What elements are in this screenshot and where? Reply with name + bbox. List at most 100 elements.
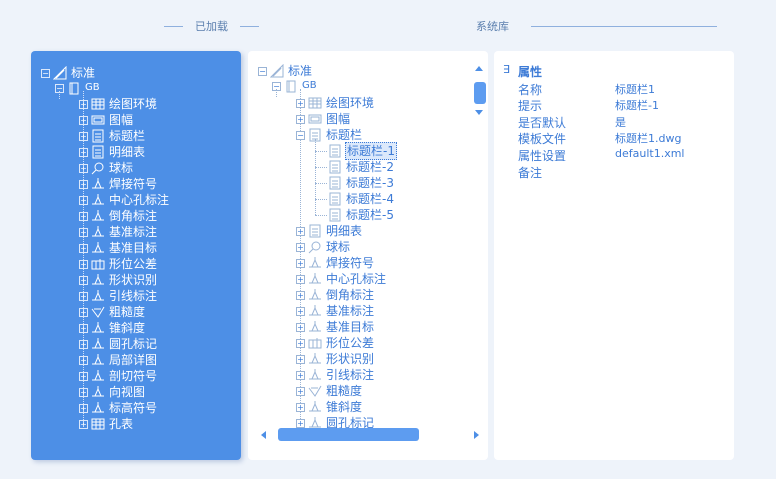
expand-icon[interactable]: + [296,322,305,332]
tree-node-item[interactable]: + 基准标注 [79,224,158,240]
library-tree-panel[interactable]: − 标准 − GB + 绘图环境 + 图幅 − 标题栏 标题栏-1 标题栏-2 标题栏-3 标题栏-4 标题… [248,51,488,460]
tree-node-item[interactable]: + 中心孔标注 [296,271,387,287]
expand-icon[interactable]: + [79,179,88,189]
collapse-icon[interactable]: − [296,130,305,140]
loaded-tree[interactable]: − 标准 − GB + 绘图环境 + 图幅 + 标题栏 + 明细表 + 球标 + 焊接符号 + 中心孔标注 + 倒角标… [31,51,241,460]
tree-node-item[interactable]: + 倒角标注 [296,287,375,303]
tree-node-item[interactable]: + 局部详图 [79,352,158,368]
tree-node-child[interactable]: 标题栏-2 [328,159,395,175]
tree-node-item[interactable]: + 绘图环境 [296,95,375,111]
tree-node-item[interactable]: + 圆孔标记 [79,336,158,352]
tree-node-item[interactable]: + 引线标注 [79,288,158,304]
horizontal-scroll-thumb[interactable] [278,428,419,441]
scroll-down-arrow[interactable] [475,110,483,115]
tree-node-item[interactable]: + 孔表 [79,416,134,432]
expand-icon[interactable]: + [296,354,305,364]
tree-node-item[interactable]: + 剖切符号 [79,368,158,384]
tree-node-item[interactable]: + 焊接符号 [79,176,158,192]
scroll-up-arrow[interactable] [475,66,483,71]
expand-icon[interactable]: + [296,274,305,284]
expand-icon[interactable]: + [79,403,88,413]
expand-icon[interactable]: + [79,211,88,221]
property-value[interactable]: 标题栏1.dwg [615,130,681,146]
tree-node-item[interactable]: + 球标 [79,160,134,176]
expand-icon[interactable]: + [79,227,88,237]
collapse-icon[interactable]: − [258,66,267,76]
tree-node-item[interactable]: + 基准标注 [296,303,375,319]
loaded-tree-panel[interactable]: − 标准 − GB + 绘图环境 + 图幅 + 标题栏 + 明细表 + 球标 + 焊接符号 + 中心孔标注 + 倒角标… [31,51,241,460]
property-value[interactable]: default1.xml [615,147,684,160]
tree-node-gb[interactable]: − GB [55,80,101,96]
tree-root-node[interactable]: − 标准 [41,65,96,81]
expand-icon[interactable]: + [296,290,305,300]
tree-node-item[interactable]: + 粗糙度 [79,304,146,320]
expand-icon[interactable]: + [296,338,305,348]
library-tree[interactable]: − 标准 − GB + 绘图环境 + 图幅 − 标题栏 标题栏-1 标题栏-2 标题栏-3 标题栏-4 标题… [248,51,488,460]
expand-icon[interactable]: + [79,371,88,381]
expand-icon[interactable]: + [79,387,88,397]
expand-icon[interactable]: + [296,114,305,124]
expand-icon[interactable]: + [296,258,305,268]
collapse-icon[interactable]: − [41,68,50,78]
expand-icon[interactable]: + [296,242,305,252]
expand-icon[interactable]: + [79,195,88,205]
expand-icon[interactable]: + [79,131,88,141]
tree-node-item[interactable]: + 锥斜度 [296,399,363,415]
tree-node-child[interactable]: 标题栏-3 [328,175,395,191]
tree-node-item[interactable]: + 引线标注 [296,367,375,383]
expand-icon[interactable]: + [79,307,88,317]
expand-icon[interactable]: + [79,323,88,333]
tree-node-item[interactable]: + 基准目标 [296,319,375,335]
property-value[interactable]: 是 [615,114,626,130]
tree-node-item[interactable]: + 中心孔标注 [79,192,170,208]
property-value[interactable]: 标题栏1 [615,81,655,97]
tree-node-item[interactable]: + 图幅 [79,112,134,128]
expand-icon[interactable]: + [79,291,88,301]
expand-icon[interactable]: + [296,370,305,380]
expand-icon[interactable]: + [296,386,305,396]
expand-icon[interactable]: + [79,99,88,109]
tree-node-item[interactable]: + 形状识别 [79,272,158,288]
expand-icon[interactable]: + [79,259,88,269]
tree-root-node[interactable]: − 标准 [258,63,313,79]
expand-icon[interactable]: + [296,306,305,316]
tree-node-item[interactable]: + 绘图环境 [79,96,158,112]
tree-node-title-block[interactable]: − 标题栏 [296,127,363,143]
tree-node-item[interactable]: + 形位公差 [296,335,375,351]
expand-icon[interactable]: + [79,355,88,365]
tree-node-item[interactable]: + 基准目标 [79,240,158,256]
tree-node-item[interactable]: + 明细表 [79,144,146,160]
expand-icon[interactable]: + [296,418,305,428]
expand-icon[interactable]: + [79,147,88,157]
tree-node-item[interactable]: + 形状识别 [296,351,375,367]
tree-node-selected[interactable]: 标题栏-1 [328,142,397,160]
vertical-scroll-thumb[interactable] [474,82,486,104]
property-value[interactable]: 标题栏-1 [615,97,659,113]
tree-node-item[interactable]: + 明细表 [296,223,363,239]
tree-node-item[interactable]: + 标题栏 [79,128,146,144]
tree-node-child[interactable]: 标题栏-4 [328,191,395,207]
expand-icon[interactable]: + [296,226,305,236]
expand-icon[interactable]: + [296,98,305,108]
expand-icon[interactable]: + [79,115,88,125]
tree-node-child[interactable]: 标题栏-5 [328,207,395,223]
tree-node-item[interactable]: + 焊接符号 [296,255,375,271]
tree-node-item[interactable]: + 标高符号 [79,400,158,416]
tree-node-gb[interactable]: − GB [272,78,318,94]
expand-icon[interactable]: + [79,419,88,429]
tree-node-item[interactable]: + 向视图 [79,384,146,400]
expand-icon[interactable]: + [296,402,305,412]
tree-node-item[interactable]: + 倒角标注 [79,208,158,224]
expand-icon[interactable]: + [79,163,88,173]
property-group-toggle[interactable]: ∃ [503,63,510,76]
tree-node-item[interactable]: + 锥斜度 [79,320,146,336]
tree-node-item[interactable]: + 形位公差 [79,256,158,272]
tree-node-item[interactable]: + 球标 [296,239,351,255]
expand-icon[interactable]: + [79,275,88,285]
tree-node-item[interactable]: + 粗糙度 [296,383,363,399]
expand-icon[interactable]: + [79,339,88,349]
tree-node-item[interactable]: + 图幅 [296,111,351,127]
scroll-right-arrow[interactable] [474,431,479,439]
expand-icon[interactable]: + [79,243,88,253]
scroll-left-arrow[interactable] [261,431,266,439]
